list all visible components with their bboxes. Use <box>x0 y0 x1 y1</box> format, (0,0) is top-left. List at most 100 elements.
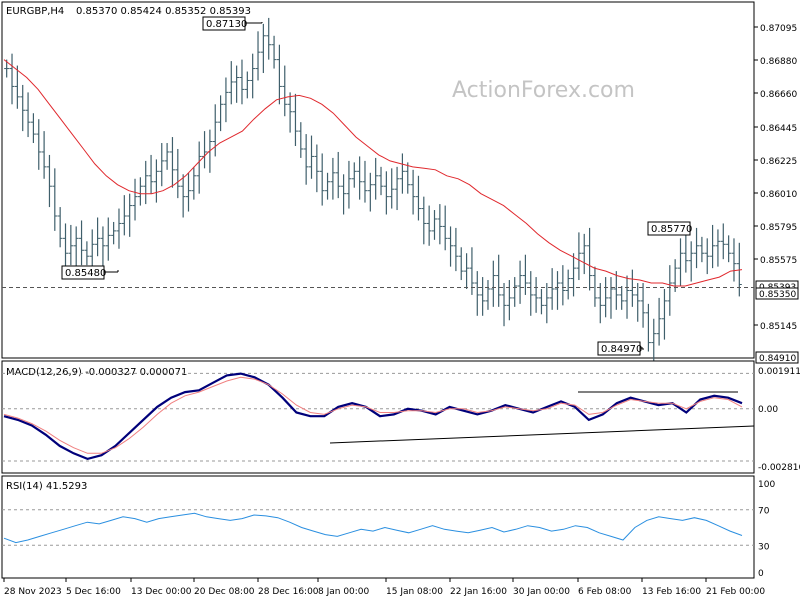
ohlc-bar <box>661 288 667 340</box>
ohlc-bar <box>538 288 544 315</box>
time-tick-label: 28 Nov 2023 <box>4 587 62 597</box>
ohlc-bar <box>196 141 202 194</box>
ohlc-bar <box>651 318 657 361</box>
ohlc-bar <box>624 275 630 319</box>
ohlc-bar <box>715 229 721 267</box>
ohlc-bar <box>111 221 117 245</box>
ohlc-bar <box>9 53 15 105</box>
ohlc-bar <box>228 61 234 105</box>
macd-tick-label: -0.002816 <box>758 463 800 473</box>
ohlc-bar <box>191 166 197 200</box>
axis-layer: 0.87095 0.86880 0.86660 0.86445 0.86225 0.860… <box>3 24 800 597</box>
ohlc-bar <box>239 59 245 105</box>
rsi-tick-label: 100 <box>758 480 775 490</box>
ohlc-bar <box>346 160 352 209</box>
macd-tick-label: 0.001911 <box>758 367 800 377</box>
time-tick-label: 21 Feb 00:00 <box>706 587 765 597</box>
ohlc-bar <box>549 268 555 310</box>
macd-tick-label: 0.00 <box>758 405 778 415</box>
ohlc-bar <box>635 283 641 322</box>
ohlc-bar <box>581 233 587 275</box>
time-tick-label: 22 Jan 16:00 <box>450 587 507 597</box>
price-tick-label: 0.86445 <box>760 124 797 134</box>
ohlc-bar <box>282 65 288 117</box>
ohlc-bar <box>394 166 400 211</box>
ohlc-bar <box>656 297 662 346</box>
ohlc-bar <box>148 154 154 194</box>
ohlc-bar <box>20 84 26 132</box>
ohlc-bar <box>496 254 502 307</box>
ohlc-bar <box>362 160 368 203</box>
time-tick-label: 13 Feb 16:00 <box>642 587 701 597</box>
ohlc-bar <box>694 227 700 269</box>
ohlc-bar <box>587 227 593 291</box>
ohlc-bar <box>378 166 384 196</box>
price-annotation: 0.85480 <box>61 265 119 280</box>
price-annotation: 0.84970 <box>597 341 644 356</box>
ohlc-bar <box>105 217 111 261</box>
ohlc-bar <box>244 71 250 99</box>
ohlc-bar <box>175 148 181 199</box>
annotation-label: 0.84970 <box>601 344 642 355</box>
ohlc-bar <box>629 269 635 307</box>
ohlc-bar <box>100 226 106 267</box>
signal-line <box>3 376 743 454</box>
price-tick-label: 0.85575 <box>760 256 797 266</box>
annotation-label: 0.85770 <box>651 224 692 235</box>
ohlc-bar <box>143 160 149 205</box>
ohlc-bar <box>699 236 705 263</box>
ohlc-bar <box>432 210 437 240</box>
ohlc-bar <box>415 175 421 221</box>
ohlc-bar <box>597 283 603 324</box>
price-tick-label: 0.85795 <box>760 223 797 233</box>
ohlc-bar <box>351 162 357 188</box>
macd-layer <box>2 372 755 462</box>
ohlc-bar <box>688 241 694 282</box>
ohlc-bar <box>474 271 480 316</box>
ohlc-bar <box>73 226 79 267</box>
price-tick-label: 0.85145 <box>760 322 797 332</box>
ohlc-bar <box>121 195 127 236</box>
ohlc-bar <box>720 223 726 260</box>
ohlc-bar <box>608 277 614 319</box>
macd-title: MACD(12,26,9) -0.000327 0.000071 <box>6 367 187 378</box>
ohlc-bar <box>25 92 31 138</box>
time-tick-label: 6 Feb 08:00 <box>578 587 632 597</box>
ohlc-bar <box>437 204 443 245</box>
ohlc-bar <box>68 224 74 266</box>
price-annotation: 0.85770 <box>647 221 692 236</box>
ohlc-bar <box>480 277 486 316</box>
ohlc-bar <box>399 153 405 194</box>
ohlc-bar <box>57 207 63 248</box>
annotation-label: 0.87130 <box>206 19 247 30</box>
ohlc-bar <box>255 31 261 81</box>
ohlc-bar <box>137 177 143 206</box>
ohlc-bar <box>731 238 737 282</box>
time-tick-label: 8 Jan 00:00 <box>318 587 370 597</box>
rsi-line <box>3 512 743 544</box>
macd-line <box>3 372 743 461</box>
ohlc-bar <box>678 238 683 286</box>
ohlc-bar <box>458 247 464 281</box>
ohlc-bar <box>292 93 298 146</box>
ohlc-bar <box>501 283 507 327</box>
ohlc-bar <box>127 193 133 237</box>
ohlc-bar <box>314 144 320 193</box>
ohlc-bar <box>426 205 432 246</box>
ohlc-bar <box>79 220 85 266</box>
rsi-tick-label: 30 <box>758 542 770 552</box>
ohlc-bar <box>453 227 459 272</box>
time-tick-label: 15 Jan 08:00 <box>386 587 443 597</box>
rsi-layer <box>2 509 754 546</box>
ohlc-bar <box>704 238 710 275</box>
ohlc-bar <box>180 174 186 218</box>
ohlc-bar <box>603 277 609 318</box>
ohlc-bar <box>645 303 651 352</box>
symbol-label: EURGBP,H4 <box>6 6 64 17</box>
ohlc-bar <box>571 253 577 297</box>
ohlc-bar <box>576 232 582 281</box>
ohlc-bar <box>410 169 416 215</box>
ohlc-bar <box>613 271 619 310</box>
ohlc-bar <box>319 153 325 206</box>
rsi-panel <box>1 475 755 579</box>
